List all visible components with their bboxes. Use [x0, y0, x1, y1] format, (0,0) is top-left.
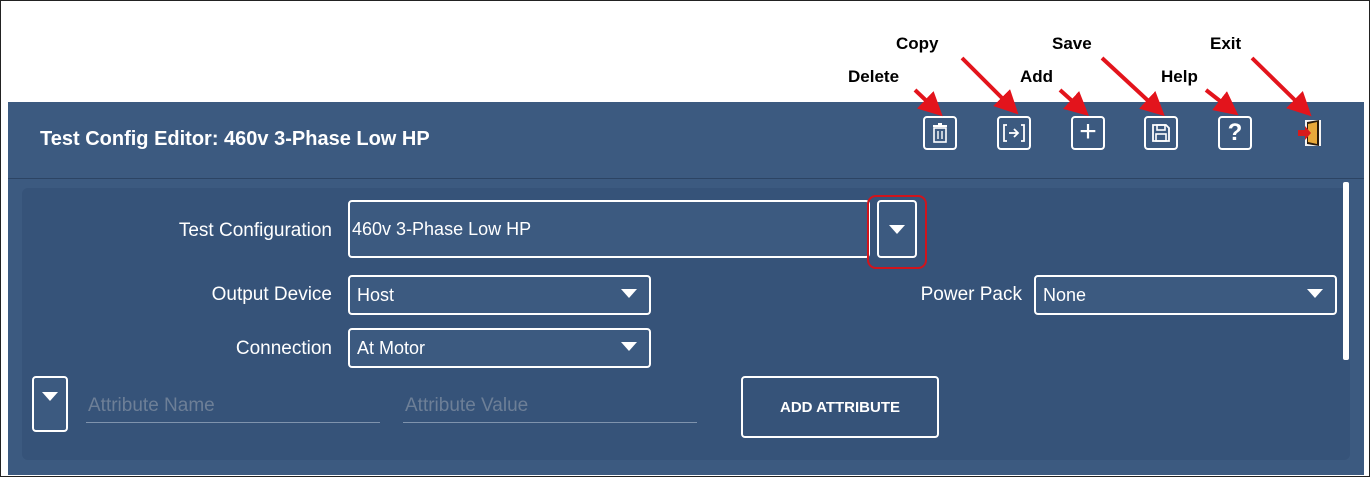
- chevron-down-icon: [42, 392, 58, 401]
- help-button[interactable]: ?: [1218, 116, 1252, 150]
- chevron-down-icon: [621, 342, 637, 351]
- attribute-name-underline: [86, 422, 380, 423]
- copy-button[interactable]: [997, 116, 1031, 150]
- annotation-add: Add: [1020, 67, 1054, 86]
- attribute-dropdown-button[interactable]: [32, 376, 68, 432]
- connection-select[interactable]: At Motor: [348, 328, 651, 368]
- power-pack-label: Power Pack: [920, 284, 1022, 305]
- copy-icon: [1003, 124, 1025, 142]
- connection-value: At Motor: [357, 337, 426, 358]
- exit-icon: [1298, 120, 1321, 146]
- save-icon: [1152, 124, 1170, 142]
- annotation-help: Help: [1161, 67, 1198, 86]
- add-button[interactable]: +: [1071, 116, 1105, 150]
- annotation-copy: Copy: [896, 34, 939, 53]
- editor-header: Test Config Editor: 460v 3-Phase Low HP …: [8, 102, 1364, 179]
- test-configuration-label: Test Configuration: [178, 220, 332, 241]
- chevron-down-icon: [621, 289, 637, 298]
- output-device-label: Output Device: [211, 284, 332, 305]
- attribute-value-input[interactable]: Attribute Value: [405, 395, 528, 417]
- plus-icon: +: [1079, 114, 1097, 148]
- attribute-name-input[interactable]: Attribute Name: [88, 395, 215, 417]
- save-button[interactable]: [1144, 116, 1178, 150]
- delete-button[interactable]: [923, 116, 957, 150]
- test-configuration-field[interactable]: 460v 3-Phase Low HP: [348, 200, 870, 258]
- output-device-select[interactable]: Host: [348, 275, 651, 315]
- annotation-save: Save: [1052, 34, 1092, 53]
- attribute-value-underline: [403, 422, 697, 423]
- page-title: Test Config Editor: 460v 3-Phase Low HP: [40, 128, 430, 150]
- annotation-exit: Exit: [1210, 34, 1242, 53]
- vertical-scrollbar[interactable]: [1343, 182, 1349, 360]
- test-configuration-value: 460v 3-Phase Low HP: [352, 218, 532, 239]
- power-pack-select[interactable]: None: [1034, 275, 1337, 315]
- help-icon: ?: [1227, 119, 1243, 146]
- power-pack-value: None: [1043, 284, 1087, 305]
- dropdown-highlight: [867, 195, 927, 269]
- annotation-delete: Delete: [848, 67, 900, 86]
- chevron-down-icon: [1307, 289, 1323, 298]
- add-attribute-button[interactable]: ADD ATTRIBUTE: [741, 376, 939, 438]
- exit-button[interactable]: [1292, 116, 1326, 150]
- trash-icon: [933, 123, 947, 143]
- connection-label: Connection: [235, 338, 332, 359]
- output-device-value: Host: [357, 284, 395, 305]
